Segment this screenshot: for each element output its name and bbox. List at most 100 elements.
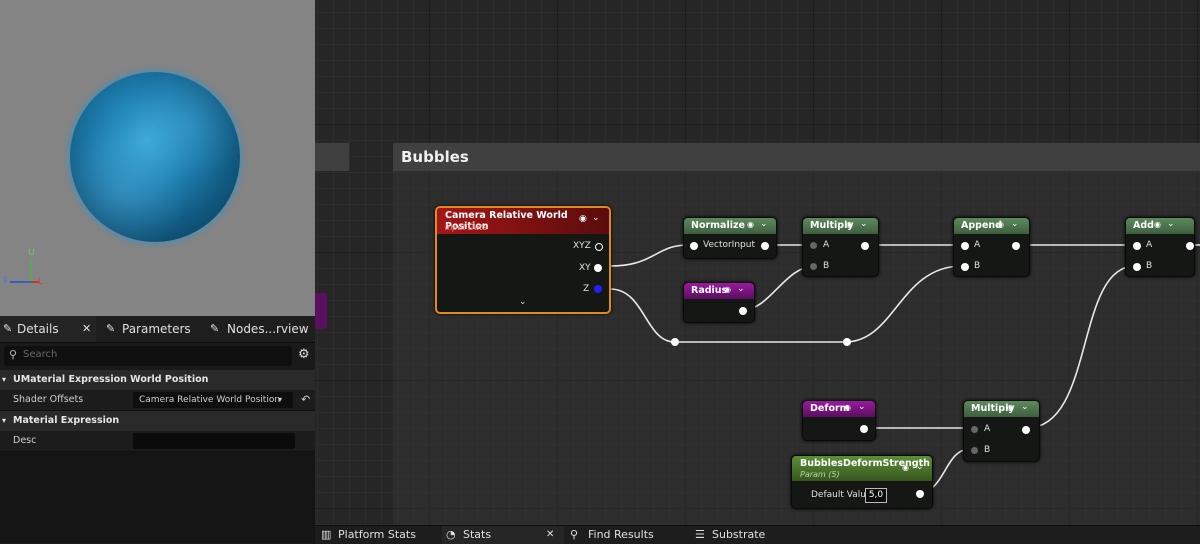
close-icon[interactable]: ✕	[546, 526, 554, 544]
prop-row-shader-offsets: Shader Offsets Camera Relative World Pos…	[0, 390, 315, 421]
preview-toggle-icon[interactable]: ◉	[846, 220, 853, 229]
node-title: Append	[961, 220, 1002, 231]
chevron-down-icon[interactable]: ⌄	[858, 402, 866, 412]
input-pin-vectorinput[interactable]	[690, 242, 698, 250]
input-pin-a[interactable]	[961, 242, 969, 250]
tab-find-results[interactable]: ⚲ Find Results	[570, 526, 680, 544]
chevron-down-icon[interactable]: ⌄	[737, 284, 745, 294]
search-icon: ⚲	[570, 528, 579, 541]
input-pin-b[interactable]	[1133, 263, 1141, 271]
bottom-tab-bar: ▥ Platform Stats ◔ Stats ✕ ⚲ Find Result…	[315, 525, 1200, 544]
chevron-down-icon: ▾	[2, 375, 7, 384]
tab-find-results-label: Find Results	[588, 528, 654, 541]
output-pin[interactable]	[739, 307, 747, 315]
pin-label-xyz: XYZ	[573, 241, 591, 251]
input-pin-b[interactable]	[961, 263, 969, 271]
tab-nodes-overview[interactable]: ✎ Nodes...rview	[210, 316, 310, 342]
gear-icon[interactable]: ⚙	[298, 347, 310, 362]
pin-label-b: B	[823, 261, 830, 271]
node-append[interactable]: Append ◉ ⌄ A B	[953, 217, 1030, 277]
tab-details-label: Details	[17, 322, 59, 336]
output-pin[interactable]	[860, 425, 868, 433]
chevron-down-icon[interactable]: ⌄	[860, 219, 868, 229]
pin-label-xy: XY	[579, 263, 591, 273]
chevron-down-icon[interactable]: ⌄	[519, 297, 527, 307]
node-title: BubblesDeformStrength	[800, 458, 930, 469]
chevron-down-icon[interactable]: ⌄	[1011, 219, 1019, 229]
list-icon: ☰	[695, 528, 705, 541]
chevron-down-icon[interactable]: ⌄	[1021, 402, 1029, 412]
input-pin-a[interactable]	[810, 242, 817, 249]
tab-stats-label: Stats	[463, 528, 492, 541]
node-bubbles-deform-strength[interactable]: BubblesDeformStrength Param (5) ◉ ⌄ Defa…	[791, 455, 933, 509]
preview-toggle-icon[interactable]: ◉	[844, 403, 851, 412]
prop-row-desc: Desc	[0, 431, 315, 452]
preview-toggle-icon[interactable]: ◉	[724, 285, 731, 294]
node-add[interactable]: Add ◉ ⌄ A B	[1125, 217, 1195, 277]
node-multiply[interactable]: Multiply ◉ ⌄ A B	[802, 217, 879, 277]
output-pin[interactable]	[761, 242, 769, 250]
node-camera-relative-world-position[interactable]: Camera Relative World Position Input Dat…	[435, 206, 611, 314]
preview-toggle-icon[interactable]: ◉	[579, 214, 587, 224]
node-subtitle: Input Data	[445, 223, 488, 232]
pencil-icon: ✎	[3, 322, 13, 335]
output-pin[interactable]	[916, 490, 924, 498]
shader-offsets-dropdown[interactable]: Camera Relative World Position (In ▾	[133, 392, 293, 421]
tab-parameters[interactable]: ✎ Parameters	[104, 316, 204, 342]
preview-toggle-icon[interactable]: ◉	[747, 220, 754, 229]
axis-f-label: F	[3, 277, 9, 287]
node-title: Radius	[691, 285, 728, 296]
field-label-default-value: Default Value	[811, 490, 872, 500]
preview-toggle-icon[interactable]: ◉	[902, 463, 909, 472]
stats-icon: ◔	[446, 528, 456, 541]
node-multiply[interactable]: Multiply ◉ ⌄ A B	[963, 400, 1040, 462]
desc-input[interactable]	[133, 433, 295, 449]
output-pin-xyz[interactable]	[595, 243, 603, 251]
chevron-down-icon[interactable]: ⌄	[760, 219, 768, 229]
output-pin[interactable]	[1186, 242, 1194, 250]
output-pin-z[interactable]	[594, 285, 602, 293]
details-tab-bar: ✎ Details ✕ ✎ Parameters ✎ Nodes...rview	[0, 316, 315, 343]
preview-toggle-icon[interactable]: ◉	[997, 220, 1004, 229]
pencil-icon: ✎	[210, 322, 220, 335]
default-value-input[interactable]: 5,0	[865, 488, 887, 503]
chevron-down-icon: ▾	[278, 395, 283, 404]
section-material-expression[interactable]: ▾ Material Expression	[0, 411, 315, 431]
preview-toggle-icon[interactable]: ◉	[1007, 403, 1014, 412]
node-radius[interactable]: Radius ◉ ⌄	[683, 282, 755, 323]
material-graph[interactable]: Bubbles Camera Relative World Position I…	[315, 0, 1200, 525]
close-icon[interactable]: ✕	[82, 316, 91, 342]
tab-stats[interactable]: ◔ Stats ✕	[442, 526, 564, 544]
output-pin[interactable]	[1022, 426, 1030, 434]
search-row: ⚲ Search ⚙	[0, 343, 315, 371]
node-deform[interactable]: Deform ◉ ⌄	[802, 400, 876, 441]
search-placeholder: Search	[23, 349, 58, 360]
tab-platform-stats[interactable]: ▥ Platform Stats	[321, 526, 431, 544]
reset-icon[interactable]: ↶	[301, 390, 310, 410]
chevron-down-icon[interactable]: ⌄	[916, 462, 924, 472]
chevron-down-icon[interactable]: ⌄	[1167, 219, 1175, 229]
preview-toggle-icon[interactable]: ◉	[1154, 220, 1161, 229]
tab-substrate-label: Substrate	[712, 528, 766, 541]
input-pin-b[interactable]	[810, 263, 817, 270]
pencil-icon: ✎	[106, 322, 116, 335]
search-icon: ⚲	[9, 348, 18, 361]
tab-details[interactable]: ✎ Details ✕	[0, 316, 96, 342]
material-preview-viewport[interactable]: U F L	[0, 0, 315, 316]
chevron-down-icon: ▾	[2, 416, 7, 425]
chevron-down-icon[interactable]: ⌄	[592, 213, 600, 223]
input-pin-a[interactable]	[1133, 242, 1141, 250]
output-pin[interactable]	[1012, 242, 1020, 250]
search-input[interactable]: ⚲ Search	[4, 346, 292, 366]
node-normalize[interactable]: Normalize ◉ ⌄ VectorInput	[683, 217, 777, 259]
pin-label-vectorinput: VectorInput	[703, 240, 755, 250]
section-material-expression-title: Material Expression	[13, 415, 120, 426]
section-world-position[interactable]: ▾ UMaterial Expression World Position	[0, 370, 315, 390]
input-pin-a[interactable]	[971, 426, 978, 433]
tab-substrate[interactable]: ☰ Substrate	[695, 526, 795, 544]
output-pin[interactable]	[861, 242, 869, 250]
input-pin-b[interactable]	[971, 447, 978, 454]
axis-l-label: L	[38, 277, 44, 287]
pin-label-z: Z	[583, 284, 590, 294]
output-pin-xy[interactable]	[594, 264, 602, 272]
